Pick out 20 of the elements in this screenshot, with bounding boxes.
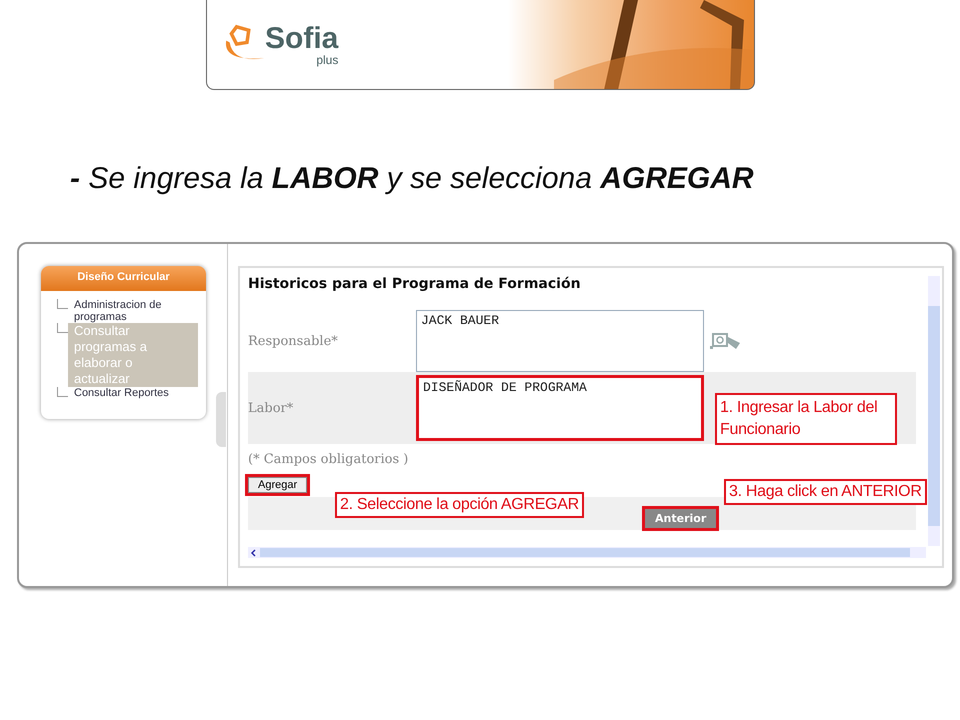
text-area[interactable]: DISEÑADOR DE PROGRAMA [416,375,704,441]
text-area[interactable]: JACK BAUER [416,310,704,372]
required-note: (* Campos obligatorios ) [248,452,410,467]
horizontal-scrollbar[interactable] [248,547,926,558]
callout-note: 2. Seleccione la opción AGREGAR [335,492,584,518]
sidebar-title: Diseño Curricular [41,266,206,291]
form-title: Historicos para el Programa de Formación [248,276,582,294]
field-label: Labor* [248,400,294,416]
sidebar-item[interactable]: Consultar Reportes [74,387,194,399]
collapse-handle[interactable] [216,392,226,447]
field-label: Responsable* [248,334,339,348]
add-button[interactable]: Agregar [248,477,308,493]
back-button[interactable]: Anterior [645,509,716,528]
logo-text: Sofia [265,24,338,54]
callout-note: 3. Haga click en ANTERIOR [724,479,927,505]
logo-subtext: plus [316,54,338,66]
slide-heading: - Se ingresa la LABOR y se selecciona AGREGAR [70,162,755,197]
sidebar-item[interactable]: Administracion de programas [74,299,194,323]
vertical-scrollbar[interactable] [928,276,940,546]
callout-note: 1. Ingresar la Labor del Funcionario [715,393,897,445]
